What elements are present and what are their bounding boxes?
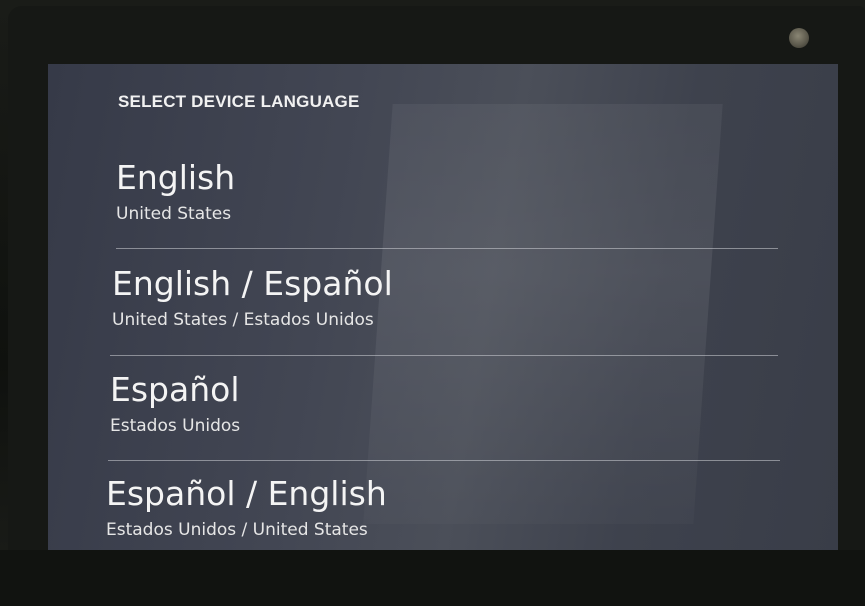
divider (110, 355, 778, 356)
language-option-espanol-english[interactable]: Español / English Estados Unidos / Unite… (106, 474, 780, 550)
language-option-english-espanol[interactable]: English / Español United States / Estado… (112, 264, 780, 364)
device-bottom-edge (0, 550, 865, 606)
language-name: English (116, 158, 236, 197)
language-option-espanol[interactable]: Español Estados Unidos (110, 370, 780, 470)
page-title: SELECT DEVICE LANGUAGE (118, 92, 360, 111)
language-region: United States (116, 204, 232, 224)
language-region: Estados Unidos / United States (106, 520, 368, 540)
language-name: Español (110, 370, 240, 409)
language-region: United States / Estados Unidos (112, 310, 374, 330)
language-name: Español / English (106, 474, 387, 513)
camera-lens-icon (789, 28, 809, 48)
language-region: Estados Unidos (110, 416, 241, 436)
language-name: English / Español (112, 264, 393, 303)
divider (116, 248, 778, 249)
language-option-english[interactable]: English United States (116, 158, 776, 258)
device-screen: SELECT DEVICE LANGUAGE English United St… (48, 64, 838, 550)
divider (108, 460, 780, 461)
